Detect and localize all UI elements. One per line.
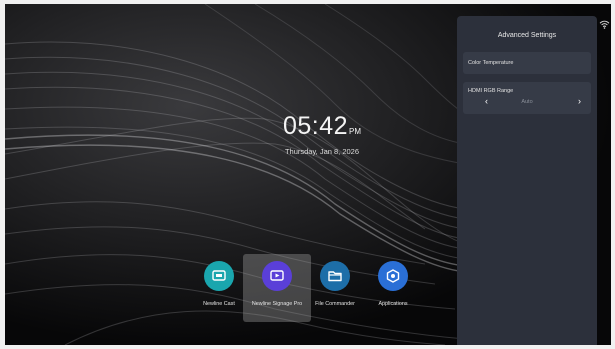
clock-time: 05:42 (282, 112, 349, 140)
hdmi-rgb-range-value: Auto (521, 99, 533, 105)
chevron-right-icon[interactable]: › (578, 97, 581, 106)
clock-date: Thursday, Jan 8, 2026 (284, 147, 360, 156)
hdmi-rgb-range-row[interactable]: HDMI RGB Range ‹ Auto › (463, 82, 591, 114)
app-label: Applications (378, 301, 408, 307)
panel-title: Advanced Settings (497, 32, 557, 39)
color-temperature-row[interactable]: Color Temperature (463, 52, 591, 74)
hdmi-rgb-range-label: HDMI RGB Range (468, 88, 514, 94)
color-temperature-label: Color Temperature (468, 60, 514, 66)
apps-hexagon-icon (378, 261, 408, 291)
advanced-settings-panel: Advanced Settings Color Temperature HDMI… (457, 16, 597, 345)
clock-ampm: PM (349, 127, 362, 136)
signage-icon (262, 261, 292, 291)
app-applications[interactable]: Applications (359, 254, 427, 322)
folder-icon (320, 261, 350, 291)
clock-widget: 05:42PM Thursday, Jan 8, 2026 (267, 112, 377, 156)
wifi-icon (599, 20, 610, 29)
cast-icon (204, 261, 234, 291)
display-screen: 05:42PM Thursday, Jan 8, 2026 Newline Ca… (5, 4, 611, 345)
